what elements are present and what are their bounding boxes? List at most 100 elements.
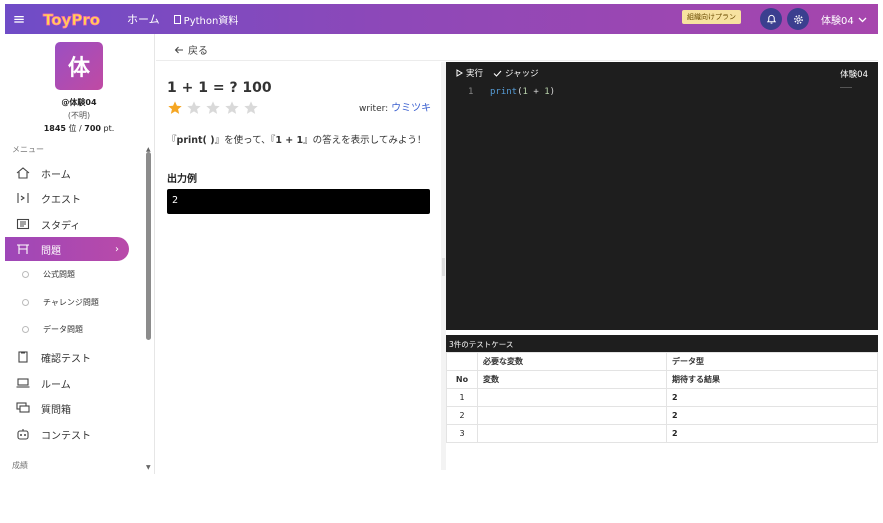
desc-expression: 1 + 1: [275, 135, 304, 146]
points-value: 700: [84, 124, 101, 133]
writer-label: writer:: [359, 104, 389, 114]
user-menu[interactable]: 体験04: [821, 12, 867, 27]
table-cell-no: 3: [446, 424, 478, 443]
toypro-logo[interactable]: ToyPro: [41, 8, 113, 30]
output-example-box: 2: [167, 189, 430, 214]
quest-icon: [15, 191, 31, 205]
run-label: 実行: [466, 69, 484, 79]
splitter-handle[interactable]: [442, 258, 445, 276]
user-rank: 1845 位 / 700 pt.: [5, 123, 153, 134]
problem-icon: [15, 242, 31, 256]
table-header-cell: 変数: [477, 370, 667, 389]
minimap-indicator: [840, 87, 852, 88]
table-header-cell: No: [446, 370, 478, 389]
table-row: 2 2: [446, 406, 878, 425]
question-description: 『print( )』を使って、『1 + 1』の答えを表示してみよう！: [167, 134, 429, 148]
plan-badge[interactable]: 組織向けプラン: [682, 10, 741, 24]
table-header-row: No 変数 期待する結果: [446, 370, 878, 389]
desc-part: 』を使って、『: [214, 135, 276, 146]
nav-home-link[interactable]: ホーム: [127, 11, 160, 27]
radio-circle-icon: [22, 325, 29, 333]
rank-value: 1845: [43, 124, 66, 133]
sidebar-item-home[interactable]: ホーム: [5, 161, 129, 185]
radio-circle-icon: [22, 298, 29, 306]
nav-python-docs-label: Python資料: [183, 15, 239, 27]
sidebar: 体 @体験04 (不明) 1845 位 / 700 pt. メニュー ホーム ク…: [5, 34, 155, 474]
notification-button[interactable]: [760, 8, 782, 30]
table-header-cell: [446, 352, 478, 371]
room-icon: [15, 376, 31, 390]
question-title: 1 + 1 = ? 100: [167, 80, 272, 96]
radio-circle-icon: [22, 270, 29, 278]
play-icon: [456, 69, 463, 77]
sidebar-item-room[interactable]: ルーム: [5, 371, 129, 395]
check-icon: [493, 70, 502, 77]
writer-link[interactable]: ウミツキ: [391, 103, 431, 114]
editor-user-name: 体験04: [840, 70, 868, 80]
grades-section-label: 成績: [12, 461, 28, 470]
sidebar-item-study[interactable]: スタディ: [5, 212, 129, 236]
sidebar-subitem-label: データ問題: [43, 324, 83, 334]
svg-text:ToyPro: ToyPro: [43, 11, 100, 29]
sidebar-item-label: ホーム: [41, 169, 71, 181]
chevron-right-icon: ›: [115, 243, 119, 255]
avatar[interactable]: 体: [55, 42, 103, 90]
sidebar-item-quest[interactable]: クエスト: [5, 186, 129, 210]
rank-separator: 位 /: [68, 124, 82, 133]
user-id: @体験04: [61, 98, 97, 107]
question-box-icon: [15, 401, 31, 415]
star-icon: [244, 101, 258, 114]
sidebar-item-label: クエスト: [41, 194, 81, 206]
sidebar-item-label: スタディ: [41, 220, 81, 232]
app-root: ≡ ToyPro ホーム Python資料 組織向けプラン 体験04 体 @体験…: [0, 0, 883, 523]
desc-part: 『: [167, 135, 177, 146]
arrow-left-icon: [174, 46, 183, 53]
sidebar-subitem-official[interactable]: 公式問題: [5, 262, 129, 286]
gear-icon: [793, 14, 803, 24]
star-icon: [225, 101, 239, 114]
scroll-down-arrow-icon[interactable]: ▼: [146, 464, 151, 471]
difficulty-stars: [167, 100, 259, 116]
table-cell-expected: 2: [666, 388, 878, 407]
contest-icon: [15, 427, 31, 441]
sidebar-item-question-box[interactable]: 質問箱: [5, 396, 129, 420]
table-header-cell: 期待する結果: [666, 370, 878, 389]
table-row: 3 2: [446, 424, 878, 443]
star-icon: [168, 101, 182, 114]
code-text[interactable]: print(1 + 1): [490, 87, 555, 97]
sidebar-item-check-test[interactable]: 確認テスト: [5, 345, 129, 369]
hamburger-menu-icon[interactable]: ≡: [5, 10, 33, 28]
sidebar-item-label: 問題: [41, 245, 61, 257]
table-cell-var: [477, 406, 667, 425]
sidebar-item-label: 質問箱: [41, 404, 71, 416]
sidebar-subitem-data[interactable]: データ問題: [5, 317, 129, 341]
bell-icon: [766, 14, 776, 24]
line-number: 1: [468, 87, 474, 97]
sidebar-item-contest[interactable]: コンテスト: [5, 422, 129, 446]
settings-button[interactable]: [787, 8, 809, 30]
judge-button[interactable]: ジャッジ: [493, 67, 539, 79]
sidebar-item-label: コンテスト: [41, 430, 91, 442]
sidebar-item-label: ルーム: [41, 379, 71, 391]
sidebar-scrollbar[interactable]: [146, 152, 151, 340]
test-icon: [15, 350, 31, 364]
table-cell-no: 2: [446, 406, 478, 425]
divider: [156, 60, 878, 61]
writer-info: writer: ウミツキ: [359, 99, 431, 114]
sidebar-item-problems[interactable]: 問題 ›: [5, 237, 129, 261]
code-editor[interactable]: 実行 ジャッジ 体験04 1 print(1 + 1): [446, 62, 878, 330]
home-icon: [15, 166, 31, 180]
star-icon: [206, 101, 220, 114]
sidebar-subitem-challenge[interactable]: チャレンジ問題: [5, 290, 129, 314]
run-button[interactable]: 実行: [456, 67, 483, 79]
sidebar-item-label: 確認テスト: [41, 353, 91, 365]
code-token: +: [527, 87, 545, 97]
code-line[interactable]: 1 print(1 + 1): [446, 87, 878, 101]
back-button[interactable]: 戻る: [174, 42, 208, 57]
table-cell-no: 1: [446, 388, 478, 407]
judge-label: ジャッジ: [505, 69, 539, 79]
back-label: 戻る: [188, 46, 208, 57]
nav-python-docs-link[interactable]: Python資料: [173, 12, 239, 27]
table-header-cell: 必要な変数: [477, 352, 667, 371]
table-cell-expected: 2: [666, 424, 878, 443]
